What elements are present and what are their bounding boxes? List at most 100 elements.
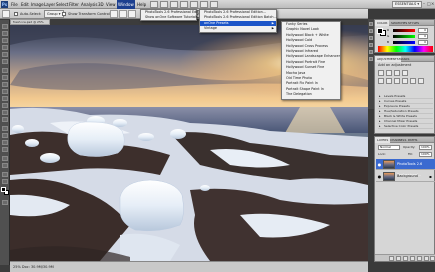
curves-icon[interactable] <box>394 70 400 76</box>
rotate-view-button[interactable] <box>190 1 198 8</box>
layer-row[interactable]: ● PhotoTools 2.6 Professional... <box>376 159 435 177</box>
black-white-icon[interactable] <box>402 78 408 84</box>
tab-styles[interactable]: STYLES <box>406 20 421 26</box>
new-group-icon[interactable] <box>417 256 422 261</box>
menu-help[interactable]: Help <box>136 0 147 9</box>
eraser-tool-icon[interactable] <box>2 96 8 101</box>
maximize-icon[interactable]: □ <box>427 1 431 7</box>
menu-filter[interactable]: Filter <box>68 0 80 9</box>
layer-row[interactable]: ● Background ▪ <box>376 171 435 182</box>
visibility-eye-icon[interactable]: ● <box>377 162 382 167</box>
blur-tool-icon[interactable] <box>2 110 8 115</box>
lock-label: Lock: <box>378 152 386 156</box>
launch-mini-bridge-button[interactable] <box>160 1 168 8</box>
levels-icon[interactable] <box>386 70 392 76</box>
adjustments-title: Add an adjustment <box>378 63 412 67</box>
visibility-eye-icon[interactable]: ● <box>377 174 382 179</box>
minimize-icon[interactable]: – <box>423 1 426 7</box>
fill-field[interactable]: 100% <box>419 152 432 157</box>
layer-style-icon[interactable] <box>396 256 401 261</box>
clone-source-panel-icon[interactable] <box>369 43 373 47</box>
new-layer-icon[interactable] <box>424 256 429 261</box>
hand-tool-icon[interactable] <box>2 172 8 177</box>
photoshop-logo: Ps <box>1 1 8 8</box>
character-panel-icon[interactable] <box>369 50 373 54</box>
brightness-contrast-icon[interactable] <box>378 70 384 76</box>
green-slider[interactable]: G 0 <box>387 34 433 39</box>
red-slider[interactable]: R 0 <box>387 28 433 33</box>
align-top-icon[interactable] <box>110 10 118 18</box>
menu-item-onone-tutorials[interactable]: Show onOne Software Tutorials... <box>141 15 201 20</box>
pen-tool-icon[interactable] <box>2 126 8 131</box>
link-layers-icon[interactable] <box>389 256 394 261</box>
status-bar: 25% Doc: 30.9M/30.9M <box>10 261 368 272</box>
add-mask-icon[interactable] <box>403 256 408 261</box>
channel-mixer-icon[interactable] <box>418 78 424 84</box>
foreground-color-swatch[interactable] <box>1 187 6 192</box>
tab-masks[interactable]: MASKS <box>397 56 411 62</box>
auto-select-checkbox[interactable] <box>14 12 18 16</box>
launch-bridge-button[interactable] <box>150 1 158 8</box>
gradient-tool-icon[interactable] <box>2 103 8 108</box>
align-bottom-icon[interactable] <box>128 10 136 18</box>
tab-paths[interactable]: PATHS <box>406 137 419 143</box>
color-balance-icon[interactable] <box>394 78 400 84</box>
tab-color[interactable]: COLOR <box>375 20 390 26</box>
lasso-tool-icon[interactable] <box>2 38 8 43</box>
eyedropper-tool-icon[interactable] <box>2 59 8 64</box>
actions-panel-icon[interactable] <box>369 29 373 33</box>
move-tool-icon[interactable] <box>2 24 8 29</box>
menu-analysis[interactable]: Analysis <box>80 0 98 9</box>
3d-rotate-tool-icon[interactable] <box>2 156 8 161</box>
preset-selective-color[interactable]: ▸ Selective Color Presets <box>378 124 433 129</box>
photo-filter-icon[interactable] <box>410 78 416 84</box>
history-brush-tool-icon[interactable] <box>2 89 8 94</box>
workspace-switcher[interactable]: ESSENTIALS ▾ <box>392 1 422 8</box>
close-icon[interactable]: × <box>431 1 434 7</box>
show-transform-checkbox[interactable] <box>62 12 66 16</box>
opacity-field[interactable]: 100% <box>419 145 432 150</box>
align-middle-icon[interactable] <box>119 10 127 18</box>
dodge-tool-icon[interactable] <box>2 117 8 122</box>
menu-item-vintage[interactable]: Vintage ▶ <box>200 26 276 31</box>
move-tool-preset-icon[interactable] <box>2 10 10 18</box>
auto-select-group-dropdown[interactable]: Group ▾ <box>44 10 64 18</box>
history-panel-icon[interactable] <box>369 22 373 26</box>
new-adjustment-layer-icon[interactable] <box>410 256 415 261</box>
blend-mode-select[interactable]: Normal <box>378 145 400 150</box>
trash-icon[interactable] <box>430 256 435 261</box>
panel-foreground-swatch[interactable] <box>377 28 383 34</box>
menu-view[interactable]: View <box>105 0 117 9</box>
path-selection-tool-icon[interactable] <box>2 140 8 145</box>
quick-mask-icon[interactable] <box>2 200 8 205</box>
marquee-tool-icon[interactable] <box>2 31 8 36</box>
color-spectrum-bar[interactable] <box>378 46 433 52</box>
preset-item[interactable]: The Delegation <box>282 92 340 97</box>
paragraph-panel-icon[interactable] <box>369 57 373 61</box>
zoom-tool-icon[interactable] <box>2 179 8 184</box>
vibrance-icon[interactable] <box>378 78 384 84</box>
brush-tool-icon[interactable] <box>2 75 8 80</box>
arrange-documents-button[interactable] <box>200 1 208 8</box>
screen-mode-button[interactable] <box>210 1 218 8</box>
menu-window[interactable]: Window <box>117 0 135 9</box>
blue-slider[interactable]: B 0 <box>387 40 433 45</box>
brushes-panel-icon[interactable] <box>369 36 373 40</box>
menu-3d[interactable]: 3D <box>97 0 105 9</box>
color-panel: COLOR SWATCHES STYLES R 0 G 0 B 0 <box>374 19 435 53</box>
clone-stamp-tool-icon[interactable] <box>2 82 8 87</box>
hand-tool-button[interactable] <box>180 1 188 8</box>
menu-edit[interactable]: Edit <box>20 0 30 9</box>
hue-saturation-icon[interactable] <box>386 78 392 84</box>
crop-tool-icon[interactable] <box>2 52 8 57</box>
menu-file[interactable]: File <box>10 0 19 9</box>
opacity-label: Opacity: <box>403 145 416 149</box>
type-tool-icon[interactable] <box>2 133 8 138</box>
quick-select-tool-icon[interactable] <box>2 45 8 50</box>
tools-panel <box>0 20 10 265</box>
3d-orbit-tool-icon[interactable] <box>2 163 8 168</box>
zoom-level-button[interactable] <box>170 1 178 8</box>
shape-tool-icon[interactable] <box>2 147 8 152</box>
healing-brush-tool-icon[interactable] <box>2 68 8 73</box>
exposure-icon[interactable] <box>402 70 408 76</box>
